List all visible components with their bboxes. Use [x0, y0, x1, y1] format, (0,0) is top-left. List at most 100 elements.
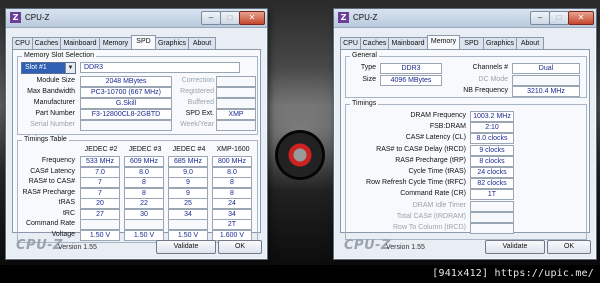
ok-button[interactable]: OK — [218, 240, 262, 254]
nb-frequency-label: NB Frequency — [463, 87, 508, 94]
timings-cell: 1.50 V — [124, 229, 164, 241]
timings-cell: 685 MHz — [168, 156, 208, 167]
slot-row-right-value — [216, 120, 256, 131]
slot-row-value: F3-12800CL8-2GBTD — [80, 109, 172, 120]
timing-label: Command Rate (CR) — [400, 190, 466, 198]
ok-button[interactable]: OK — [547, 240, 591, 254]
dc-mode-value — [512, 75, 580, 86]
memory-slot-selection-group: Memory Slot Selection Slot #1 ▼ DDR3 Mod… — [17, 52, 258, 135]
validate-button[interactable]: Validate — [485, 240, 545, 254]
timing-label: Row Refresh Cycle Time (tRFC) — [366, 179, 466, 187]
group-title: Memory Slot Selection — [22, 52, 97, 59]
timings-row-label: RAS# Precharge — [22, 188, 75, 196]
timings-cell: 8.0 — [212, 166, 252, 178]
slot-row-right-value: XMP — [216, 109, 256, 120]
title-bar[interactable]: Z CPU-Z – □ ✕ — [6, 9, 267, 28]
timings-row-label: Frequency — [41, 157, 75, 164]
timings-column-header: JEDEC #3 — [128, 146, 162, 153]
timings-cell: 8 — [124, 177, 164, 188]
timings-cell: 20 — [80, 198, 120, 209]
minimize-button[interactable]: – — [530, 11, 550, 25]
timing-label: CAS# Latency (CL) — [405, 134, 466, 142]
slot-row-label: Module Size — [36, 77, 75, 84]
timings-cell: 34 — [168, 208, 208, 220]
timings-cell: 9 — [168, 187, 208, 199]
timings-cell: 800 MHz — [212, 156, 252, 167]
timings-cell — [168, 219, 208, 230]
timings-row-label: RAS# to CAS# — [28, 178, 75, 185]
timing-label: DRAM Idle Timer — [412, 201, 466, 209]
channels-label: Channels # — [472, 64, 508, 71]
timing-label: FSB:DRAM — [429, 123, 466, 131]
timing-label: DRAM Frequency — [410, 112, 466, 119]
timings-cell: 7 — [80, 187, 120, 199]
version-label: Version 1.55 — [386, 244, 425, 251]
timing-value: 1003.2 MHz — [470, 111, 514, 122]
timing-value: 82 clocks — [470, 178, 514, 190]
slot-row-right-label: Buffered — [187, 99, 214, 106]
timing-label: Cycle Time (tRAS) — [408, 168, 466, 175]
timings-cell — [124, 219, 164, 230]
timings-row-label: tRAS — [58, 199, 75, 206]
timings-cell: 609 MHz — [124, 156, 164, 167]
timings-cell: 25 — [168, 198, 208, 209]
timing-label: RAS# Precharge (tRP) — [395, 156, 466, 164]
timings-cell: 24 — [212, 198, 252, 209]
version-label: Version 1.55 — [58, 244, 97, 251]
type-value: DDR3 — [380, 63, 442, 74]
slot-row-label: Part Number — [35, 110, 75, 117]
size-value: 4096 MBytes — [380, 75, 442, 86]
timings-cell: 7.0 — [80, 166, 120, 178]
timings-column-header: XMP-1600 — [216, 146, 250, 153]
cpuz-logo: CPU-Z — [344, 238, 391, 253]
window-title: CPU-Z — [25, 13, 50, 22]
timings-cell: 9.0 — [168, 166, 208, 178]
wallpaper-wheel — [275, 130, 325, 180]
slot-row-right-label: Registered — [180, 88, 214, 95]
timing-label: RAS# to CAS# Delay (tRCD) — [376, 145, 466, 153]
slot-row-label: Manufacturer — [33, 99, 75, 106]
timings-cell: 30 — [124, 208, 164, 220]
timing-value: 8 clocks — [470, 155, 514, 167]
timing-value: 2:10 — [470, 122, 514, 134]
timings-cell: 8 — [212, 177, 252, 188]
slot-row-right-value — [216, 98, 256, 109]
timings-cell: 1.50 V — [80, 229, 120, 241]
timings-row-label: CAS# Latency — [30, 167, 75, 175]
timings-cell: 2T — [212, 219, 252, 230]
chevron-down-icon: ▼ — [65, 63, 75, 73]
timings-cell: 8 — [212, 187, 252, 199]
maximize-button[interactable]: □ — [549, 11, 569, 25]
timing-value — [470, 223, 514, 234]
group-title: General — [350, 52, 379, 59]
slot-row-right-label: Correction — [181, 77, 214, 84]
slot-select[interactable]: Slot #1 ▼ — [21, 62, 76, 74]
dc-mode-label: DC Mode — [478, 76, 508, 83]
timing-value: 9 clocks — [470, 144, 514, 156]
slot-row-label: Serial Number — [30, 121, 75, 128]
maximize-button[interactable]: □ — [220, 11, 240, 25]
title-bar[interactable]: Z CPU-Z – □ ✕ — [334, 9, 596, 28]
timings-row-label: tRC — [62, 209, 75, 217]
timings-cell: 1.50 V — [168, 229, 208, 241]
window-title: CPU-Z — [353, 13, 378, 22]
minimize-button[interactable]: – — [201, 11, 221, 25]
slot-row-right-label: SPD Ext. — [185, 110, 214, 117]
slot-row-value: G.Skill — [80, 98, 172, 109]
slot-select-value: Slot #1 — [25, 64, 47, 71]
validate-button[interactable]: Validate — [156, 240, 216, 254]
memory-type-value: DDR3 — [80, 62, 240, 73]
timings-column-header: JEDEC #2 — [84, 146, 118, 153]
close-button[interactable]: ✕ — [239, 11, 265, 25]
slot-row-value: 2048 MBytes — [80, 76, 172, 87]
timing-value — [470, 200, 514, 212]
slot-row-right-value — [216, 76, 256, 87]
slot-row-right-label: Week/Year — [180, 121, 214, 128]
cpuz-app-icon: Z — [338, 12, 349, 23]
close-button[interactable]: ✕ — [568, 11, 594, 25]
slot-row-value — [80, 120, 172, 131]
timings-row-label: Command Rate — [25, 220, 75, 227]
channels-value: Dual — [512, 63, 580, 74]
timings-table-group: Timings Table JEDEC #2 JEDEC #3 JEDEC #4 XM… — [17, 136, 258, 243]
timings-cell: 1.600 V — [212, 229, 252, 241]
